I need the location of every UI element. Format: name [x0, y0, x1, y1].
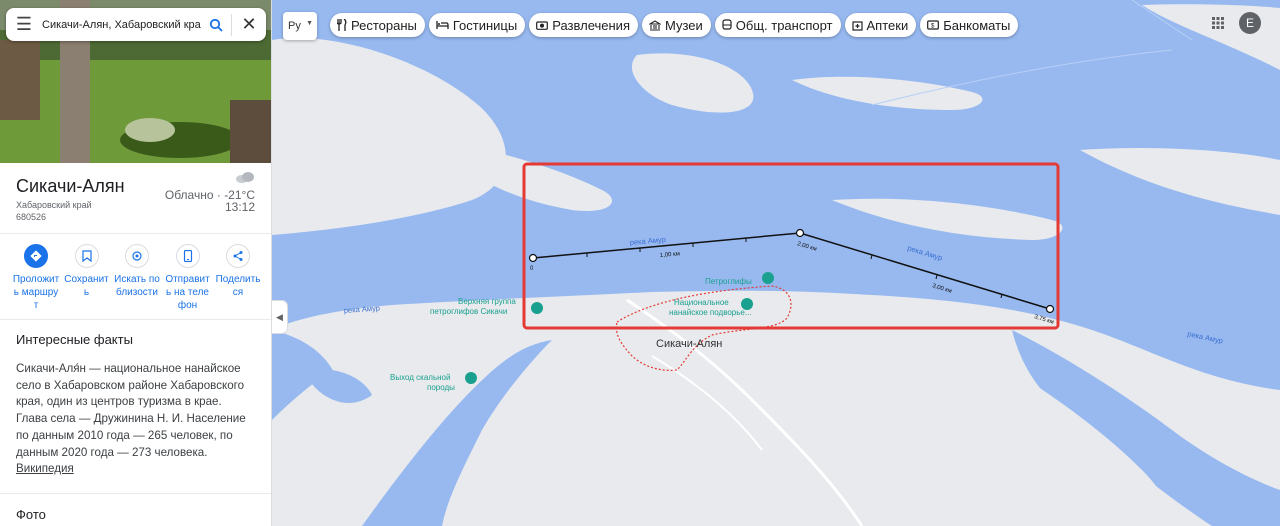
menu-icon[interactable]: ☰	[6, 14, 42, 35]
svg-text:Выход скальной: Выход скальной	[390, 373, 450, 382]
caret-down-icon: ▼	[306, 20, 313, 27]
measure-start-point	[528, 253, 538, 263]
directions-icon	[24, 244, 48, 268]
collapse-panel-button[interactable]: ◀	[272, 300, 288, 334]
account-avatar[interactable]: E	[1239, 12, 1261, 34]
place-region: Хабаровский край	[16, 200, 92, 210]
camera-marker-icon	[762, 272, 774, 284]
restaurant-icon	[337, 19, 347, 31]
language-button[interactable]: Ру ▼	[283, 12, 317, 40]
svg-text:Национальное: Национальное	[674, 298, 729, 307]
phone-icon	[175, 244, 200, 268]
chip-transit[interactable]: Общ. транспорт	[714, 13, 841, 37]
action-bar: Проложить маршрут Сохранить Искать побли…	[12, 244, 262, 312]
tree-marker-icon	[465, 372, 477, 384]
category-chips: Рестораны Гостиницы Развлечения Музеи Об…	[330, 13, 1019, 37]
measure-mid-point	[795, 228, 805, 238]
svg-text:петроглифов Сикачи: петроглифов Сикачи	[430, 307, 507, 316]
chip-entertainment[interactable]: Развлечения	[529, 13, 638, 37]
atm-icon: $	[927, 20, 940, 30]
place-postcode: 680526	[16, 212, 47, 222]
place-photo[interactable]: ☰ Сикачи-Алян, Хабаровский край ✕	[0, 0, 271, 163]
save-button[interactable]: Сохранить	[63, 244, 111, 312]
pharmacy-icon	[851, 20, 863, 31]
close-icon[interactable]: ✕	[232, 14, 266, 35]
transit-icon	[722, 19, 732, 30]
chip-pharmacies[interactable]: Аптеки	[844, 13, 917, 37]
apps-grid-icon[interactable]	[1212, 17, 1224, 29]
wikipedia-link[interactable]: Википедия	[16, 462, 74, 475]
divider	[0, 319, 271, 320]
chip-atms[interactable]: $ Банкоматы	[920, 13, 1019, 37]
hotel-icon	[436, 21, 449, 29]
search-icon[interactable]	[201, 18, 231, 32]
share-button[interactable]: Поделиться	[214, 244, 262, 312]
share-icon	[226, 244, 250, 268]
divider	[0, 493, 271, 494]
svg-text:Петроглифы: Петроглифы	[705, 277, 752, 286]
search-nearby-button[interactable]: Искать поблизости	[113, 244, 161, 312]
facts-text: Сикачи-Аля́н — национальное нанайское се…	[16, 362, 246, 476]
svg-text:Верхняя группа: Верхняя группа	[458, 297, 516, 306]
village-label: Сикачи-Алян	[656, 338, 722, 350]
poi-marker-icon	[531, 302, 543, 314]
directions-button[interactable]: Проложить маршрут	[12, 244, 60, 312]
chip-hotels[interactable]: Гостиницы	[428, 13, 526, 37]
weather-time: 13:12	[224, 200, 255, 214]
river-label: река Амур	[344, 303, 381, 314]
place-panel: ☰ Сикачи-Алян, Хабаровский край ✕ Сикачи…	[0, 0, 272, 526]
museum-icon	[648, 19, 661, 31]
search-box[interactable]: ☰ Сикачи-Алян, Хабаровский край ✕	[6, 8, 266, 41]
cloud-icon	[236, 172, 254, 183]
weather-info: Облачно · -21°C 13:12	[165, 189, 255, 213]
svg-text:породы: породы	[427, 383, 455, 392]
search-input[interactable]: Сикачи-Алян, Хабаровский край	[42, 19, 201, 31]
map-canvas[interactable]: 0 1,00 км 2,00 км 3,00 км 3,75 км река А…	[272, 0, 1280, 526]
bookmark-icon	[74, 244, 99, 268]
place-title: Сикачи-Алян	[16, 176, 125, 196]
facts-heading: Интересные факты	[16, 332, 133, 347]
send-to-phone-button[interactable]: Отправить на телефон	[164, 244, 212, 312]
measure-end-point	[1045, 304, 1055, 314]
hiking-marker-icon	[741, 298, 753, 310]
chip-museums[interactable]: Музеи	[641, 13, 711, 37]
svg-text:нанайское подворье...: нанайское подворье...	[669, 308, 752, 317]
chip-restaurants[interactable]: Рестораны	[330, 13, 425, 37]
divider	[0, 233, 271, 234]
photos-heading: Фото	[16, 507, 46, 522]
camera-icon	[536, 21, 549, 30]
nearby-icon	[125, 244, 149, 268]
